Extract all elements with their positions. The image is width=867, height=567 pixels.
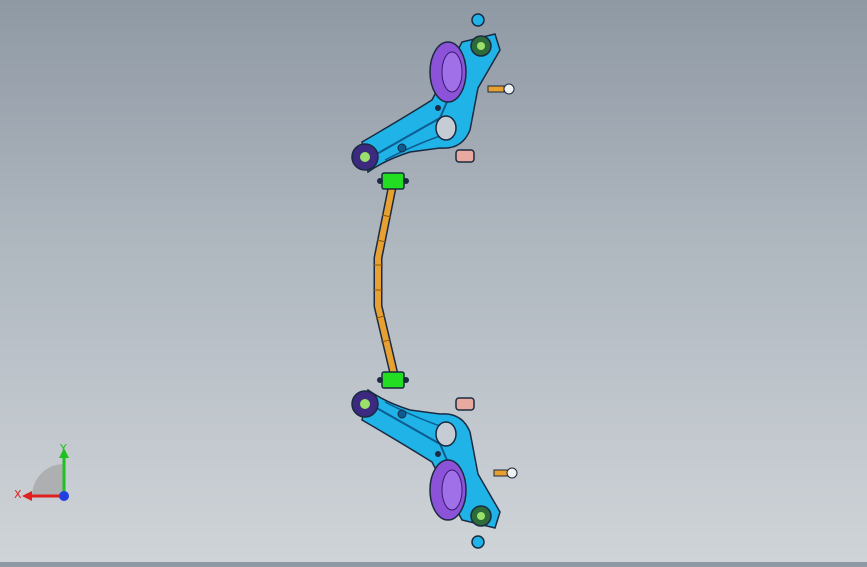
graphics-viewport[interactable] bbox=[0, 0, 867, 562]
knuckle-mount-upper[interactable] bbox=[429, 41, 467, 103]
stabilizer-bar[interactable] bbox=[373, 183, 399, 379]
coordinate-triad: Y X bbox=[12, 440, 76, 508]
upper-tie-rod[interactable] bbox=[487, 83, 515, 95]
ball-joint-pad-upper[interactable] bbox=[455, 149, 475, 163]
model-canvas[interactable] bbox=[0, 0, 867, 562]
z-axis-dot bbox=[59, 491, 69, 501]
lower-tie-rod[interactable] bbox=[493, 467, 518, 479]
lower-bushing-front[interactable] bbox=[351, 390, 379, 418]
knuckle-mount-lower[interactable] bbox=[429, 459, 467, 521]
upper-bushing-front[interactable] bbox=[351, 143, 379, 171]
stabilizer-bushing-upper[interactable] bbox=[377, 172, 409, 190]
stabilizer-bushing-lower[interactable] bbox=[377, 371, 409, 389]
y-axis-label: Y bbox=[59, 442, 67, 455]
x-axis-label: X bbox=[14, 488, 22, 501]
triad-plane-shade bbox=[32, 464, 64, 496]
ball-joint-pad-lower[interactable] bbox=[455, 397, 475, 411]
